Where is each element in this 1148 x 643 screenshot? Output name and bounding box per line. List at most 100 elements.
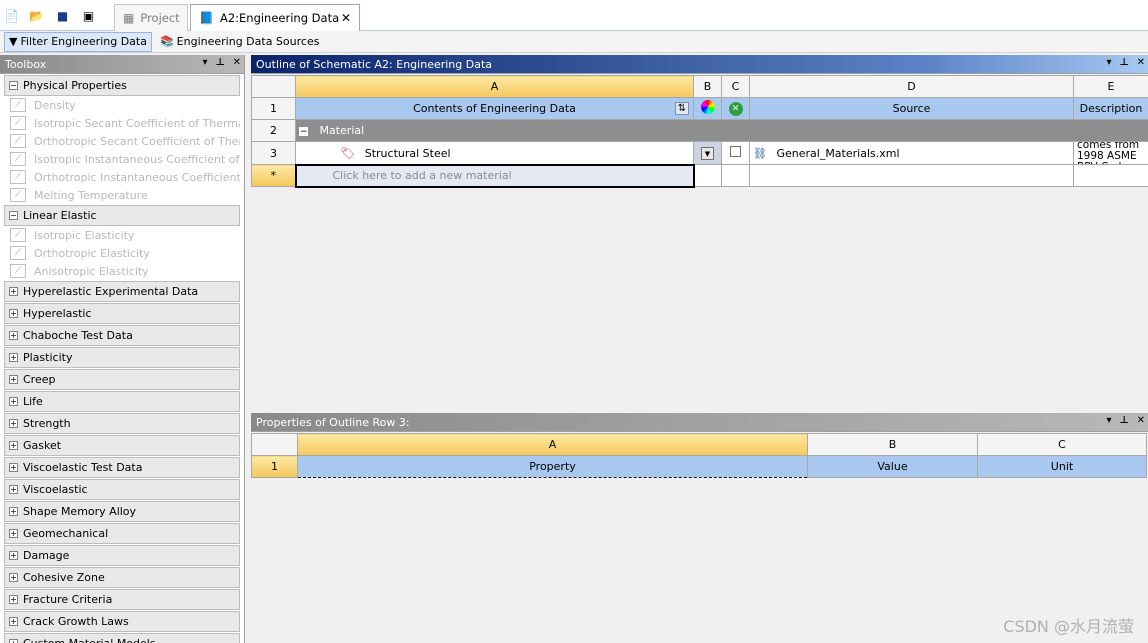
- pin-icon[interactable]: ⊥: [1119, 415, 1128, 426]
- toolbox-item[interactable]: ⟋ Orthotropic Secant Coefficient of Therm…: [0, 132, 240, 150]
- toolbox-item[interactable]: ⟋ Orthotropic Elasticity: [0, 244, 240, 262]
- empty-cell: [1073, 164, 1148, 187]
- expand-icon[interactable]: +: [9, 507, 18, 516]
- row-number[interactable]: 2: [251, 119, 296, 142]
- dropdown-arrow-icon[interactable]: ▼: [701, 147, 714, 160]
- toolbox-item[interactable]: ⟋ Anisotropic Elasticity: [0, 262, 240, 280]
- color-dropdown-cell[interactable]: ▼: [693, 141, 722, 165]
- books-icon: 📚: [159, 35, 174, 48]
- tab-project[interactable]: ▦ Project: [114, 4, 188, 31]
- toolbox-group[interactable]: + Cohesive Zone: [4, 567, 240, 588]
- toolbox-group[interactable]: + Viscoelastic Test Data: [4, 457, 240, 478]
- property-chart-icon: ⟋: [10, 188, 26, 202]
- toolbox-group[interactable]: + Gasket: [4, 435, 240, 456]
- column-header-b[interactable]: B: [693, 75, 722, 98]
- toolbox-item[interactable]: ⟋ Isotropic Instantaneous Coefficient of …: [0, 150, 240, 168]
- expand-icon[interactable]: +: [9, 353, 18, 362]
- toolbox-group[interactable]: + Fracture Criteria: [4, 589, 240, 610]
- material-tag-icon: 🏷: [340, 145, 356, 160]
- toolbox-group[interactable]: − Physical Properties: [4, 75, 240, 96]
- toolbox-item[interactable]: ⟋ Isotropic Secant Coefficient of Thermal…: [0, 114, 240, 132]
- pin-icon[interactable]: ⊥: [215, 57, 224, 68]
- row-number[interactable]: 1: [251, 97, 296, 120]
- pin-icon[interactable]: ⊥: [1119, 57, 1128, 68]
- toolbox-group[interactable]: + Strength: [4, 413, 240, 434]
- save-icon[interactable]: ■: [53, 6, 72, 25]
- toolbox-group[interactable]: + Creep: [4, 369, 240, 390]
- expand-icon[interactable]: +: [9, 529, 18, 538]
- property-chart-icon: ⟋: [10, 98, 26, 112]
- toolbox-group[interactable]: + Hyperelastic Experimental Data: [4, 281, 240, 302]
- toolbox-group[interactable]: + Shape Memory Alloy: [4, 501, 240, 522]
- source-cell[interactable]: ⛓ General_Materials.xml: [749, 141, 1074, 165]
- column-header-a[interactable]: A: [297, 433, 808, 456]
- row-number[interactable]: 1: [251, 455, 298, 478]
- suppress-checkbox[interactable]: [730, 146, 741, 157]
- sort-icon[interactable]: ⇅: [674, 102, 689, 115]
- toolbox-item[interactable]: ⟋ Density: [0, 96, 240, 114]
- column-header-d[interactable]: D: [749, 75, 1074, 98]
- expand-icon[interactable]: +: [9, 573, 18, 582]
- toolbox-group-label: Viscoelastic: [23, 483, 88, 496]
- empty-cell: [693, 164, 722, 187]
- expand-icon[interactable]: +: [9, 639, 18, 643]
- add-material-cell[interactable]: Click here to add a new material: [294, 163, 695, 188]
- toolbox-item[interactable]: ⟋ Melting Temperature: [0, 186, 240, 204]
- property-chart-icon: ⟋: [10, 134, 26, 148]
- pane-menu-icon[interactable]: ▾: [1106, 415, 1111, 426]
- collapse-icon[interactable]: −: [9, 81, 18, 90]
- column-header-c[interactable]: C: [721, 75, 750, 98]
- suppress-checkbox-cell[interactable]: [721, 141, 750, 165]
- collapse-icon[interactable]: −: [9, 211, 18, 220]
- toolbox-group[interactable]: + Crack Growth Laws: [4, 611, 240, 632]
- column-header-b[interactable]: B: [807, 433, 978, 456]
- expand-icon[interactable]: +: [9, 441, 18, 450]
- close-pane-icon[interactable]: ✕: [233, 57, 241, 68]
- expand-icon[interactable]: +: [9, 595, 18, 604]
- toolbox-group[interactable]: + Viscoelastic: [4, 479, 240, 500]
- corner-cell: [251, 75, 296, 98]
- column-header-e[interactable]: E: [1073, 75, 1148, 98]
- toolbox-group-label: Chaboche Test Data: [23, 329, 133, 342]
- filter-engineering-data-button[interactable]: ▼ Filter Engineering Data: [4, 31, 152, 52]
- expand-icon[interactable]: +: [9, 617, 18, 626]
- structural-steel-cell[interactable]: 🏷 Structural Steel: [295, 141, 694, 165]
- open-folder-icon[interactable]: 📂: [27, 6, 46, 25]
- expand-icon[interactable]: +: [9, 375, 18, 384]
- collapse-icon[interactable]: −: [299, 127, 308, 137]
- toolbox-group[interactable]: + Damage: [4, 545, 240, 566]
- column-header-a[interactable]: A: [295, 75, 694, 98]
- expand-icon[interactable]: +: [9, 485, 18, 494]
- row-number[interactable]: 3: [251, 141, 296, 165]
- expand-icon[interactable]: +: [9, 331, 18, 340]
- expand-icon[interactable]: +: [9, 397, 18, 406]
- material-group-row[interactable]: − Material: [295, 119, 1148, 142]
- toolbox-group[interactable]: − Linear Elastic: [4, 205, 240, 226]
- toolbox-group[interactable]: + Custom Material Models: [4, 633, 240, 643]
- toolbox-item[interactable]: ⟋ Isotropic Elasticity: [0, 226, 240, 244]
- engineering-data-sources-button[interactable]: 📚 Engineering Data Sources: [156, 32, 323, 52]
- close-pane-icon[interactable]: ✕: [1137, 415, 1145, 426]
- toolbox-group[interactable]: + Plasticity: [4, 347, 240, 368]
- new-project-icon[interactable]: 📄: [2, 6, 21, 25]
- expand-icon[interactable]: +: [9, 419, 18, 428]
- description-cell[interactable]: comes from 1998 ASME BPV Code: [1073, 141, 1148, 165]
- close-pane-icon[interactable]: ✕: [1137, 57, 1145, 68]
- toolbox-group[interactable]: + Life: [4, 391, 240, 412]
- expand-icon[interactable]: +: [9, 309, 18, 318]
- toolbox-item[interactable]: ⟋ Orthotropic Instantaneous Coefficient o…: [0, 168, 240, 186]
- close-tab-icon[interactable]: ✕: [341, 11, 351, 25]
- pane-menu-icon[interactable]: ▾: [202, 57, 207, 68]
- expand-icon[interactable]: +: [9, 287, 18, 296]
- toolbox-group[interactable]: + Chaboche Test Data: [4, 325, 240, 346]
- expand-icon[interactable]: +: [9, 551, 18, 560]
- expand-icon[interactable]: +: [9, 463, 18, 472]
- structural-steel-label: Structural Steel: [364, 146, 451, 160]
- toolbox-group[interactable]: + Hyperelastic: [4, 303, 240, 324]
- column-header-c[interactable]: C: [977, 433, 1147, 456]
- toolbox-group[interactable]: + Geomechanical: [4, 523, 240, 544]
- save-as-icon[interactable]: ▣: [79, 6, 98, 25]
- tab-engineering-data[interactable]: 📘 A2:Engineering Data ✕: [190, 4, 360, 31]
- pane-menu-icon[interactable]: ▾: [1106, 57, 1111, 68]
- row-number[interactable]: *: [251, 164, 296, 187]
